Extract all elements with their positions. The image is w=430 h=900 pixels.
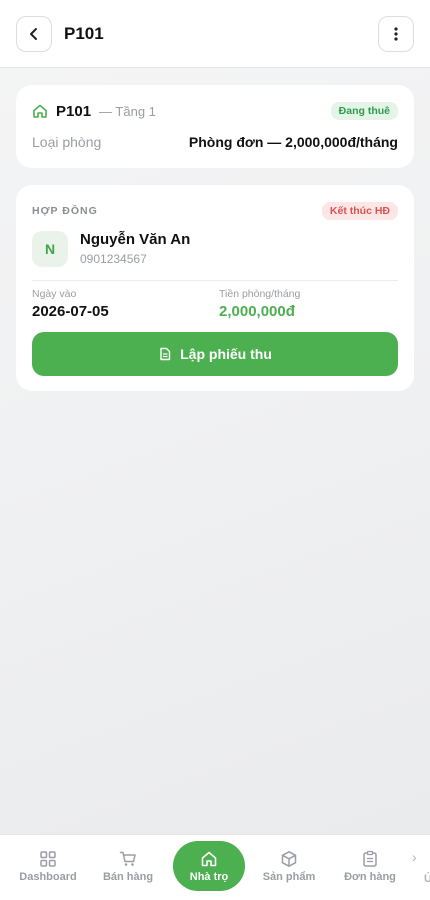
room-name: P101 [56,102,92,120]
tenant-name: Nguyễn Văn An [80,231,191,248]
contract-header: HỢP ĐỒNG Kết thúc HĐ [32,201,398,221]
nav-item-rooms[interactable]: Nhà trọ [173,841,245,891]
nav-item-dashboard[interactable]: Dashboard [8,841,88,891]
nav-label-dashboard: Dashboard [19,870,77,883]
room-type-label: Loại phòng [32,134,102,150]
cart-icon [119,851,136,866]
avatar: N [32,231,68,267]
tenant-info: N Nguyễn Văn An 0901234567 [32,231,190,267]
box-icon [281,850,297,867]
tenant-phone: 0901234567 [80,252,147,266]
contract-section-label: HỢP ĐỒNG [32,205,98,217]
nav-item-orders[interactable]: Đơn hàng [330,841,410,891]
room-type-value: Phòng đơn — 2,000,000đ/tháng [188,134,398,150]
nav-scroll-indicator[interactable]: › [412,849,417,865]
chevron-left-icon [30,27,37,40]
end-contract-button[interactable]: Kết thúc HĐ [321,202,398,220]
nav-label-products: Sản phẩm [262,870,316,883]
rent-value: 2,000,000đ [219,303,295,320]
more-options-button[interactable] [378,15,414,52]
start-date-label: Ngày vào [32,288,77,300]
room-type-row: Loại phòng Phòng đơn — 2,000,000đ/tháng [32,134,398,150]
start-date-field: Ngày vào 2026-07-05 [32,287,212,320]
room-floor: — Tầng 1 [99,103,156,119]
grid-icon [40,850,56,867]
room-card: P101 — Tầng 1 Đang thuê Loại phòng Phòng… [16,85,414,168]
divider [32,280,398,281]
nav-item-products[interactable]: Sản phẩm [249,841,329,891]
rent-field: Tiền phòng/tháng 2,000,000đ [219,287,399,320]
page-title: P101 [64,23,104,43]
nav-item-partial[interactable]: Ứ [424,873,430,885]
home-icon [201,851,217,866]
status-badge: Đang thuê [330,102,398,120]
contract-card: HỢP ĐỒNG Kết thúc HĐ N Nguyễn Văn An 090… [16,185,414,391]
more-vertical-icon [394,26,398,41]
room-header: P101 — Tầng 1 Đang thuê [32,101,398,121]
bottom-nav: Dashboard Bán hàng Nhà trọ Sản phẩm Đơn … [0,834,430,900]
rent-label: Tiền phòng/tháng [219,288,301,300]
create-receipt-label: Lập phiếu thu [180,346,272,362]
back-button[interactable] [16,15,52,52]
create-receipt-button[interactable]: Lập phiếu thu [32,332,398,376]
nav-label-sales: Bán hàng [102,870,154,883]
app-header: P101 [0,0,430,68]
nav-label-rooms: Nhà trọ [189,870,229,883]
nav-item-sales[interactable]: Bán hàng [88,841,168,891]
home-icon [33,104,47,118]
nav-label-orders: Đơn hàng [344,870,396,883]
start-date-value: 2026-07-05 [32,303,109,320]
clipboard-icon [363,850,377,867]
document-icon [160,347,171,361]
